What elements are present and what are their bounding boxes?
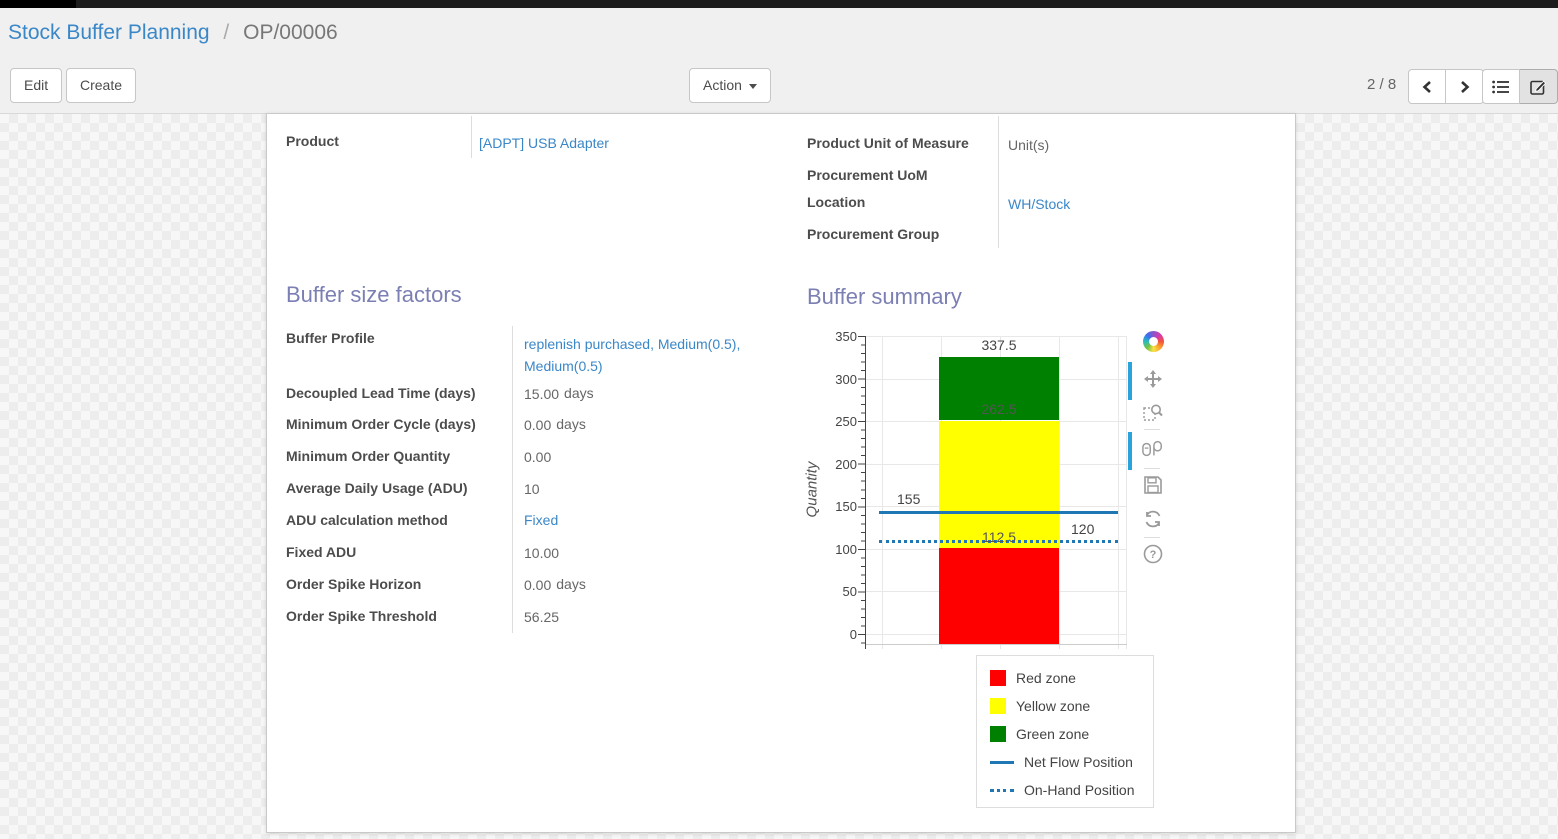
min-order-qty-label: Minimum Order Quantity <box>286 448 450 464</box>
y-axis-major-ticks <box>858 336 865 636</box>
top-nav-bar <box>0 0 1558 8</box>
list-view-button[interactable] <box>1482 69 1520 104</box>
y-tick-50: 50 <box>817 584 857 599</box>
order-spike-threshold-label: Order Spike Threshold <box>286 608 437 624</box>
adu-method-value-link[interactable]: Fixed <box>524 512 558 528</box>
previous-record-button[interactable] <box>1408 69 1446 104</box>
fixed-adu-label: Fixed ADU <box>286 544 356 560</box>
green-swatch <box>990 726 1006 742</box>
company-value-clipped[interactable]: My Company <box>1007 113 1089 114</box>
next-record-button[interactable] <box>1446 69 1484 104</box>
fixed-adu-value: 10.00 <box>524 544 559 560</box>
order-spike-horizon-label: Order Spike Horizon <box>286 576 421 592</box>
caret-down-icon <box>749 84 757 89</box>
y-tick-150: 150 <box>817 499 857 514</box>
form-view-button[interactable] <box>1520 69 1558 104</box>
min-order-cycle-value: 0.00days <box>524 416 586 432</box>
modebar-indicator <box>1128 362 1132 400</box>
y-tick-100: 100 <box>817 542 857 557</box>
y-axis-line <box>865 336 866 649</box>
pager-count: 2 / 8 <box>1367 76 1396 93</box>
y-tick-200: 200 <box>817 457 857 472</box>
adu-value: 10 <box>524 480 540 496</box>
save-icon[interactable] <box>1142 474 1164 496</box>
buffer-summary-chart: 337.5 262.5 112.5 155 120 350 300 250 20… <box>809 326 1179 666</box>
annotation-top-of-green: 337.5 <box>939 337 1059 353</box>
chevron-right-icon <box>1458 80 1471 94</box>
legend-item-on-hand-position[interactable]: On-Hand Position <box>990 780 1135 800</box>
product-value-link[interactable]: [ADPT] USB Adapter <box>479 135 609 151</box>
chevron-left-icon <box>1421 80 1434 94</box>
buffer-size-factors-title: Buffer size factors <box>286 282 462 308</box>
form-sheet: My Company Product [ADPT] USB Adapter Pr… <box>266 113 1296 833</box>
location-label: Location <box>807 194 865 210</box>
decoupled-lead-time-value: 15.00days <box>524 385 594 401</box>
annotation-top-of-yellow: 262.5 <box>939 401 1059 417</box>
modebar-indicator <box>1128 432 1132 470</box>
order-spike-threshold-value: 56.25 <box>524 608 559 624</box>
breadcrumb-separator: / <box>223 21 229 44</box>
line-swatch <box>990 761 1014 764</box>
legend-item-red-zone[interactable]: Red zone <box>990 668 1076 688</box>
y-tick-350: 350 <box>817 329 857 344</box>
order-spike-horizon-value: 0.00days <box>524 576 586 592</box>
reset-axes-icon[interactable] <box>1142 508 1164 530</box>
legend-item-green-zone[interactable]: Green zone <box>990 724 1089 744</box>
field-separator <box>998 116 999 248</box>
legend-item-net-flow-position[interactable]: Net Flow Position <box>990 752 1133 772</box>
red-swatch <box>990 670 1006 686</box>
y-axis-title: Quantity <box>804 425 821 555</box>
list-icon <box>1492 80 1510 94</box>
decoupled-lead-time-label: Decoupled Lead Time (days) <box>286 385 476 401</box>
action-dropdown-button[interactable]: Action <box>689 68 771 103</box>
svg-text:?: ? <box>1150 549 1157 561</box>
min-order-qty-value: 0.00 <box>524 448 551 464</box>
record-pager <box>1408 69 1484 104</box>
field-separator <box>512 326 513 633</box>
view-switcher <box>1482 69 1558 104</box>
control-panel: Stock Buffer Planning / OP/00006 Edit Cr… <box>0 8 1558 114</box>
breadcrumb: Stock Buffer Planning / OP/00006 <box>8 21 338 45</box>
x-axis-line <box>866 644 1127 645</box>
product-label: Product <box>286 133 339 149</box>
chart-legend: Red zone Yellow zone Green zone Net Flow… <box>976 655 1154 808</box>
screen: Stock Buffer Planning / OP/00006 Edit Cr… <box>0 0 1558 839</box>
hover-compare-icon[interactable] <box>1142 438 1164 460</box>
plotly-logo[interactable] <box>1142 330 1164 352</box>
dotted-line-swatch <box>990 789 1014 792</box>
annotation-top-of-red: 112.5 <box>939 529 1059 545</box>
annotation-on-hand-position: 120 <box>1071 521 1094 537</box>
y-tick-0: 0 <box>817 627 857 642</box>
procurement-uom-label: Procurement UoM <box>807 167 928 183</box>
edit-button[interactable]: Edit <box>10 68 62 103</box>
y-tick-250: 250 <box>817 414 857 429</box>
procurement-group-label: Procurement Group <box>807 226 939 242</box>
min-order-cycle-label: Minimum Order Cycle (days) <box>286 416 476 432</box>
product-uom-label: Product Unit of Measure <box>807 135 969 151</box>
breadcrumb-current: OP/00006 <box>243 21 338 44</box>
red-zone-bar <box>939 548 1059 644</box>
adu-method-label: ADU calculation method <box>286 512 448 528</box>
pan-icon[interactable] <box>1142 368 1164 390</box>
buffer-summary-title: Buffer summary <box>807 284 962 310</box>
annotation-net-flow-position: 155 <box>897 491 920 507</box>
product-uom-value: Unit(s) <box>1008 137 1049 153</box>
buffer-profile-label: Buffer Profile <box>286 330 375 346</box>
field-separator <box>471 116 472 158</box>
adu-label: Average Daily Usage (ADU) <box>286 480 468 496</box>
yellow-swatch <box>990 698 1006 714</box>
legend-item-yellow-zone[interactable]: Yellow zone <box>990 696 1090 716</box>
create-button[interactable]: Create <box>66 68 136 103</box>
location-value-link[interactable]: WH/Stock <box>1008 196 1070 212</box>
y-tick-300: 300 <box>817 372 857 387</box>
edit-form-icon <box>1530 78 1547 95</box>
zoom-box-icon[interactable] <box>1142 401 1164 423</box>
net-flow-position-line <box>879 511 1118 514</box>
breadcrumb-parent-link[interactable]: Stock Buffer Planning <box>8 21 210 44</box>
help-icon[interactable]: ? <box>1142 543 1164 565</box>
buffer-profile-value-link[interactable]: replenish purchased, Medium(0.5), Medium… <box>524 333 774 377</box>
form-view-background: My Company Product [ADPT] USB Adapter Pr… <box>0 114 1558 839</box>
top-nav-bar-segment <box>0 0 76 8</box>
